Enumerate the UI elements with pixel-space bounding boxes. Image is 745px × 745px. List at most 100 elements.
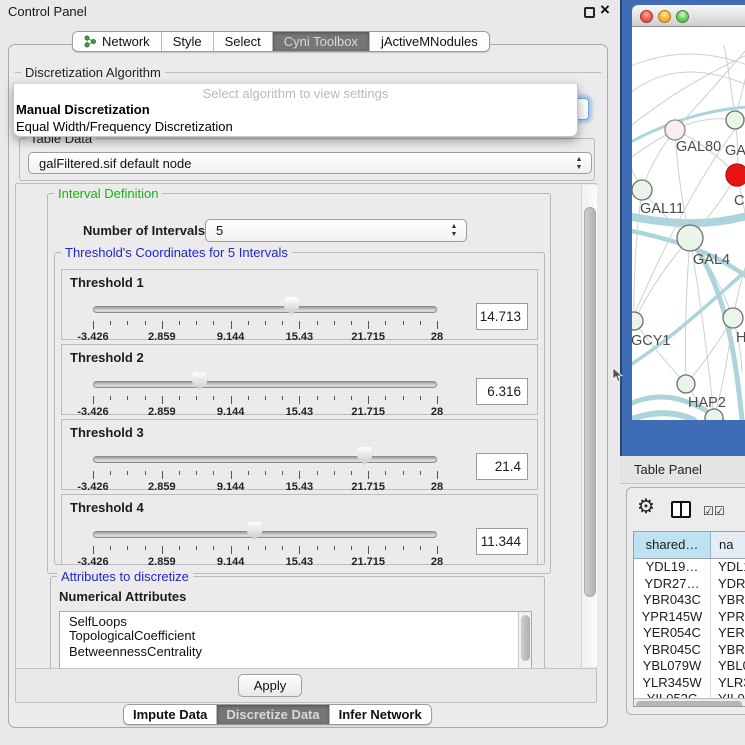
cell-shared-name[interactable]: YIL052C: [634, 691, 711, 698]
network-node[interactable]: [632, 180, 652, 200]
threshold-slider[interactable]: -3.4262.8599.14415.4321.71528: [93, 495, 437, 566]
cell-name[interactable]: YER0: [711, 625, 745, 642]
cell-name[interactable]: YDR2: [711, 576, 745, 593]
list-item-selfloops[interactable]: SelfLoops: [60, 612, 531, 628]
table-row[interactable]: YDR27…YDR2: [634, 576, 745, 593]
cell-shared-name[interactable]: YBL079W: [634, 658, 711, 675]
tab-label: Style: [173, 32, 202, 52]
tick-label: -3.426: [77, 556, 108, 568]
cell-shared-name[interactable]: YPR145W: [634, 609, 711, 626]
threshold-slider[interactable]: -3.4262.8599.14415.4321.71528: [93, 270, 437, 341]
threshold-slider[interactable]: -3.4262.8599.14415.4321.71528: [93, 345, 437, 416]
tab-impute-data[interactable]: Impute Data: [124, 705, 217, 724]
vertical-scrollbar-thumb[interactable]: [584, 207, 596, 597]
tab-cyni-toolbox[interactable]: Cyni Toolbox: [273, 32, 370, 51]
tab-discretize-data[interactable]: Discretize Data: [217, 705, 329, 724]
tab-network[interactable]: Network: [73, 32, 162, 51]
float-window-icon[interactable]: [584, 7, 595, 18]
dropdown-item-equal-width-frequency[interactable]: Equal Width/Frequency Discretization: [14, 118, 577, 135]
cell-shared-name[interactable]: YDL19…: [634, 559, 711, 576]
tick-mark: [385, 321, 386, 325]
tick-mark: [248, 396, 249, 400]
tick-label: 9.144: [217, 556, 245, 568]
number-of-intervals-combo[interactable]: 5 ▲▼: [205, 219, 467, 242]
tick-mark: [368, 321, 369, 329]
threshold-value-field[interactable]: 21.4: [476, 453, 528, 480]
table-row[interactable]: YLR345WYLR3: [634, 675, 745, 692]
tab-label: Infer Network: [339, 705, 422, 725]
tick-mark: [317, 546, 318, 550]
combo-arrows-icon[interactable]: ▲▼: [449, 223, 459, 239]
cell-shared-name[interactable]: YER054C: [634, 625, 711, 642]
cell-name[interactable]: YPR1: [711, 609, 745, 626]
cell-name[interactable]: YLR3: [711, 675, 745, 692]
vertical-scrollbar[interactable]: [581, 185, 597, 667]
apply-button[interactable]: Apply: [238, 674, 302, 697]
network-canvas[interactable]: GAL80GAGAL11CGAL4GCY1HHAP2: [632, 27, 745, 420]
network-node[interactable]: [677, 375, 695, 393]
table-row[interactable]: YPR145WYPR1: [634, 609, 745, 626]
cell-shared-name[interactable]: YDR27…: [634, 576, 711, 593]
close-traffic-light[interactable]: [640, 10, 653, 23]
network-node[interactable]: [726, 164, 745, 186]
network-node[interactable]: [726, 111, 744, 129]
split-columns-icon[interactable]: [671, 501, 691, 518]
list-scrollbar[interactable]: [518, 612, 531, 668]
threshold-value-field[interactable]: 11.344: [476, 528, 528, 555]
horizontal-scrollbar-thumb[interactable]: [636, 701, 742, 708]
zoom-traffic-light[interactable]: [676, 10, 689, 23]
checkbox-icon[interactable]: ☑: [703, 505, 714, 517]
numerical-attributes-list[interactable]: SelfLoopsTopologicalCoefficientBetweenne…: [59, 611, 532, 668]
tab-jactivemnodules[interactable]: jActiveMNodules: [370, 32, 489, 51]
close-icon[interactable]: ×: [600, 0, 610, 20]
network-node[interactable]: [632, 312, 643, 330]
list-item-topologicalcoefficient[interactable]: TopologicalCoefficient: [60, 628, 531, 644]
cell-shared-name[interactable]: YLR345W: [634, 675, 711, 692]
checkbox-icon[interactable]: ☑: [714, 505, 725, 517]
threshold-slider[interactable]: -3.4262.8599.14415.4321.71528: [93, 420, 437, 491]
table-row[interactable]: YIL052CYIL0: [634, 691, 745, 698]
cell-name[interactable]: YBR0: [711, 642, 745, 659]
cell-shared-name[interactable]: YBR043C: [634, 592, 711, 609]
tick-mark: [420, 396, 421, 400]
slider-track[interactable]: [93, 531, 437, 538]
combo-arrows-icon[interactable]: ▲▼: [574, 156, 584, 172]
table-panel-title: Table Panel: [634, 462, 702, 477]
table-row[interactable]: YBL079WYBL0: [634, 658, 745, 675]
threshold-value-field[interactable]: 14.713: [476, 303, 528, 330]
control-panel: Control Panel × NetworkStyleSelectCyni T…: [0, 0, 620, 745]
table-data-combo[interactable]: galFiltered.sif default node ▲▼: [28, 152, 592, 174]
cell-name[interactable]: YBL0: [711, 658, 745, 675]
slider-track[interactable]: [93, 381, 437, 388]
gear-icon[interactable]: ⚙: [637, 497, 655, 517]
table-row[interactable]: YBR045CYBR0: [634, 642, 745, 659]
table-row[interactable]: YDL19…YDL1: [634, 559, 745, 576]
column-header-name[interactable]: na: [711, 532, 745, 559]
node-table[interactable]: shared… na YDL19…YDL1YDR27…YDR2YBR043CYB…: [633, 531, 745, 707]
network-node[interactable]: [723, 308, 743, 328]
interval-definition-group: Interval Definition Number of Intervals …: [47, 193, 551, 574]
cell-shared-name[interactable]: YBR045C: [634, 642, 711, 659]
tab-style[interactable]: Style: [162, 32, 214, 51]
slider-track[interactable]: [93, 306, 437, 313]
tab-infer-network[interactable]: Infer Network: [330, 705, 431, 724]
cell-name[interactable]: YIL0: [711, 691, 745, 698]
table-row[interactable]: YBR043CYBR0: [634, 592, 745, 609]
network-node[interactable]: [665, 120, 685, 140]
column-header-shared-name[interactable]: shared…: [634, 532, 711, 559]
list-item-betweennesscentrality[interactable]: BetweennessCentrality: [60, 644, 531, 660]
threshold-value-field[interactable]: 6.316: [476, 378, 528, 405]
minimize-traffic-light[interactable]: [658, 10, 671, 23]
horizontal-scrollbar[interactable]: [634, 698, 745, 707]
list-scrollbar-thumb[interactable]: [521, 615, 530, 661]
network-node[interactable]: [677, 225, 703, 251]
network-window-titlebar[interactable]: [632, 5, 745, 27]
tick-mark: [231, 396, 232, 404]
slider-track[interactable]: [93, 456, 437, 463]
dropdown-item-manual-discretization[interactable]: Manual Discretization: [14, 101, 577, 118]
tab-label: jActiveMNodules: [381, 32, 478, 52]
tab-select[interactable]: Select: [214, 32, 273, 51]
cell-name[interactable]: YBR0: [711, 592, 745, 609]
table-row[interactable]: YER054CYER0: [634, 625, 745, 642]
cell-name[interactable]: YDL1: [711, 559, 745, 576]
